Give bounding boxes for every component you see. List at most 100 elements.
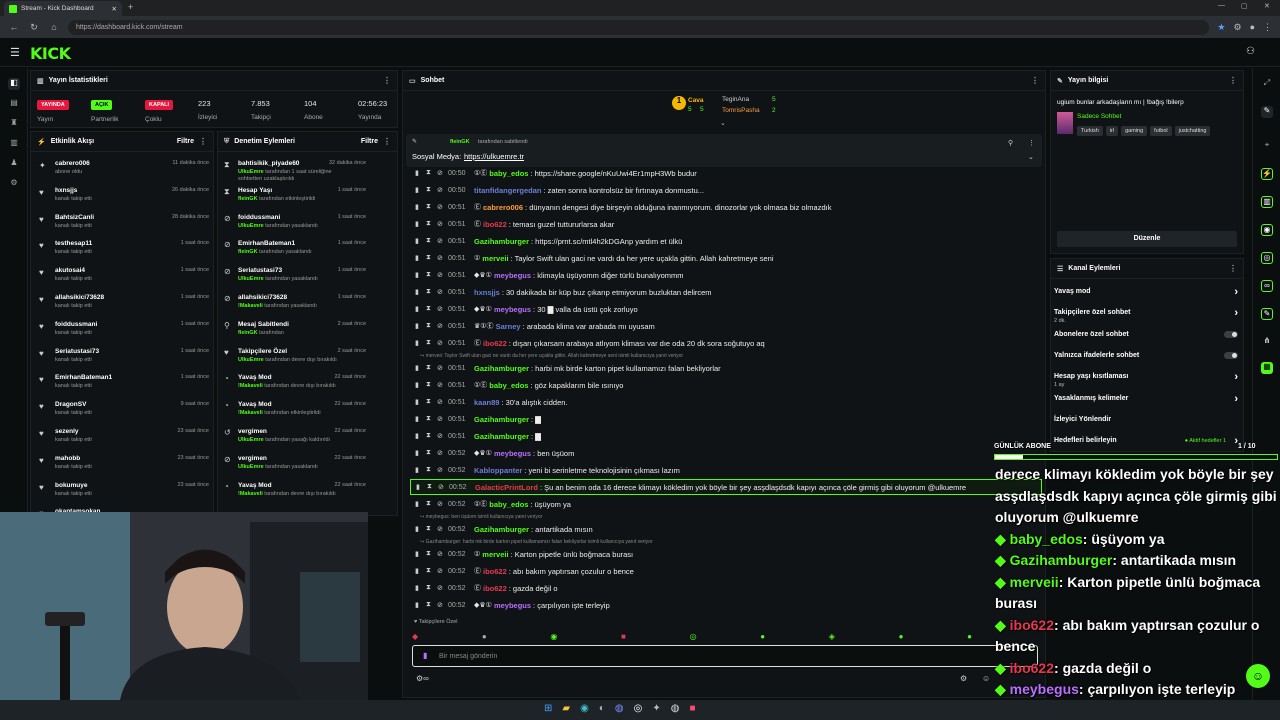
url-input[interactable]: https://dashboard.kick.com/stream <box>68 19 1210 35</box>
delete-message-icon[interactable]: ▮ <box>415 381 426 389</box>
chat-username[interactable]: Gazihamburger <box>474 237 529 246</box>
steam-icon[interactable]: ◐ <box>599 703 605 714</box>
chat-message[interactable]: ▮ ⧗ ⊘ 00:51 ♛①Ⓔ Sarney: arabada klima var ara… <box>415 318 1040 334</box>
ban-icon[interactable]: ⊘ <box>437 415 448 423</box>
close-window-icon[interactable]: ✕ <box>1264 2 1270 10</box>
stream-nav-icon[interactable]: ◧ <box>8 78 20 90</box>
username[interactable]: akutosai4 <box>55 267 85 274</box>
timeout-icon[interactable]: ⧗ <box>426 567 437 575</box>
share-icon[interactable]: ⋔ <box>1261 336 1273 348</box>
list-item[interactable]: ♥ mahobb kanalı takip etti 23 saat önce <box>37 455 209 481</box>
chat-username[interactable]: meybegus <box>494 271 531 280</box>
chat-username[interactable]: hxnsjjs <box>474 288 500 297</box>
users-nav-icon[interactable]: ♟ <box>8 158 20 170</box>
mod-action-target[interactable]: Seriatustasi73 <box>238 267 282 274</box>
chat-username[interactable]: meybegus <box>494 449 531 458</box>
timeout-icon[interactable]: ⧗ <box>426 220 437 228</box>
username[interactable]: allahsikici73628 <box>55 294 104 301</box>
username[interactable]: testhesap11 <box>55 240 92 247</box>
username[interactable]: DragonSV <box>55 401 86 408</box>
list-item[interactable]: ♥ Takipçilere Özel UlkuEmre tarafından dev… <box>224 348 366 374</box>
close-tab-icon[interactable]: ✕ <box>112 5 117 13</box>
emote-icon[interactable]: ◉ <box>550 632 557 641</box>
list-item[interactable]: ♥ hxnsjjs kanalı takip etti 26 dakika önce <box>37 187 209 213</box>
hamburger-menu-icon[interactable]: ☰ <box>10 46 20 59</box>
stream-tag[interactable]: Turkish <box>1077 126 1103 136</box>
chat-message[interactable]: ▮ ⧗ ⊘ 00:52 ◆♛① meybegus: ben üşüom <box>415 445 1040 461</box>
trash-icon[interactable]: ▥ <box>1261 196 1273 208</box>
moderator-name[interactable]: UlkuEmre <box>238 437 264 443</box>
collapse-chevron-icon[interactable]: ⌄ <box>1028 153 1034 161</box>
channel-action-2[interactable]: Abonelere özel sohbet <box>1054 331 1242 338</box>
category-name[interactable]: Sadece Sohbet <box>1077 113 1121 120</box>
wrench-icon[interactable]: ✎ <box>1261 308 1273 320</box>
chat-message[interactable]: ▮ ⧗ ⊘ 00:51 Gazihamburger: harbi mk birde ka… <box>415 360 1040 376</box>
support-chat-icon[interactable]: ☺ <box>1246 664 1270 688</box>
emote-icon[interactable]: ● <box>899 632 904 641</box>
chat-username[interactable]: ibo622 <box>483 567 507 576</box>
list-item[interactable]: ⊘ allahsikici73628 !Makaveli tarafından ya… <box>224 294 366 320</box>
list-item[interactable]: ⊘ Seriatustasi73 UlkuEmre tarafından yasak… <box>224 267 366 293</box>
timeout-icon[interactable]: ⧗ <box>426 322 437 330</box>
chat-username[interactable]: Gazihamburger <box>474 364 529 373</box>
timeout-icon[interactable]: ⧗ <box>426 601 437 609</box>
chat-message[interactable]: ▮ ⧗ ⊘ 00:51 Gazihamburger: ▇ <box>415 428 1040 444</box>
ban-icon[interactable]: ⊘ <box>437 186 448 194</box>
delete-message-icon[interactable]: ▮ <box>415 500 426 508</box>
filter-button[interactable]: Filtre <box>361 138 378 145</box>
bookmark-star-icon[interactable]: ★ <box>1217 22 1225 33</box>
moderator-name[interactable]: UlkuEmre <box>238 276 264 282</box>
browser-tab[interactable]: Stream - Kick Dashboard ✕ <box>4 1 122 16</box>
ban-icon[interactable]: ⊘ <box>437 550 448 558</box>
moderator-name[interactable]: UlkuEmre <box>238 223 264 229</box>
mod-action-target[interactable]: foiddussmani <box>238 214 280 221</box>
mod-action-target[interactable]: allahsikici73628 <box>238 294 287 301</box>
chat-message[interactable]: ▮ ⧗ ⊘ 00:52 GalacticPrintLord: Şu an benim o… <box>410 479 1042 495</box>
list-item[interactable]: ♥ foiddussmani kanalı takip etti 1 saat önc… <box>37 321 209 347</box>
broadcast-icon[interactable]: ◎ <box>1261 252 1273 264</box>
chat-username[interactable]: merveii <box>482 550 508 559</box>
link-icon[interactable]: ∞ <box>1261 280 1273 292</box>
chat-username[interactable]: ibo622 <box>483 220 507 229</box>
file-explorer-icon[interactable]: ▰ <box>562 703 570 714</box>
delete-message-icon[interactable]: ▮ <box>415 584 426 592</box>
chat-message[interactable]: ▮ ⧗ ⊘ 00:51 ① merveii: Taylor Swift ulan gaci… <box>415 250 1040 266</box>
list-item[interactable]: ⚲ Mesaj Sabitlendi fleinGK tarafından 2 saa… <box>224 321 366 347</box>
mod-action-target[interactable]: Yavaş Mod <box>238 401 272 408</box>
ban-icon[interactable]: ⊘ <box>437 525 448 533</box>
channel-action-7[interactable]: Hedefleri belirleyin › ● Aktif hedefler 1 <box>1054 435 1242 447</box>
moderator-name[interactable]: UlkuEmre <box>238 464 264 470</box>
channel-action-1[interactable]: Takipçilere özel sohbet 2 dk. › <box>1054 307 1242 324</box>
chat-username[interactable]: GalacticPrintLord <box>475 483 538 492</box>
moderator-name[interactable]: fleinGK <box>238 249 258 255</box>
emote-icon[interactable]: ◆ <box>412 632 418 641</box>
username[interactable]: mahobb <box>55 455 80 462</box>
timeout-icon[interactable]: ⧗ <box>426 339 437 347</box>
list-item[interactable]: ♥ EmirhanBateman1 kanalı takip etti 1 saat … <box>37 374 209 400</box>
mod-action-target[interactable]: Mesaj Sabitlendi <box>238 321 289 328</box>
edit-icon[interactable]: ✎ <box>1261 106 1273 118</box>
chat-username[interactable]: Gazihamburger <box>474 432 529 441</box>
channel-action-3[interactable]: Yalnızca ifadelerle sohbet <box>1054 352 1242 359</box>
obs-icon[interactable]: ◍ <box>671 703 680 714</box>
channel-action-0[interactable]: Yavaş mod › <box>1054 286 1242 298</box>
stream-tag[interactable]: gaming <box>1121 126 1148 136</box>
ban-icon[interactable]: ⊘ <box>437 220 448 228</box>
extension-icon[interactable]: ⚙ <box>1233 22 1241 33</box>
app-icon[interactable]: ✦ <box>652 703 660 714</box>
ban-icon[interactable]: ⊘ <box>437 364 448 372</box>
more-options-icon[interactable]: ⋮ <box>1031 76 1039 85</box>
delete-message-icon[interactable]: ▮ <box>415 550 426 558</box>
timeout-icon[interactable]: ⧗ <box>426 305 437 313</box>
timeout-icon[interactable]: ⧗ <box>426 449 437 457</box>
chat-username[interactable]: kaan89 <box>474 398 499 407</box>
list-item[interactable]: ♥ Seriatustasi73 kanalı takip etti 1 saat ö… <box>37 348 209 374</box>
more-options-icon[interactable]: ⋮ <box>1229 76 1237 85</box>
timeout-icon[interactable]: ⧗ <box>426 398 437 406</box>
mod-action-target[interactable]: Yavaş Mod <box>238 374 272 381</box>
chevron-right-icon[interactable]: › <box>1234 371 1238 383</box>
add-widget-icon[interactable]: ▦ <box>1261 362 1273 374</box>
chat-message[interactable]: ▮ ⧗ ⊘ 00:52 ①Ⓔ baby_edos: üşüyom ya <box>415 496 1040 512</box>
minimize-icon[interactable]: — <box>1218 2 1225 9</box>
timeout-icon[interactable]: ⧗ <box>426 288 437 296</box>
